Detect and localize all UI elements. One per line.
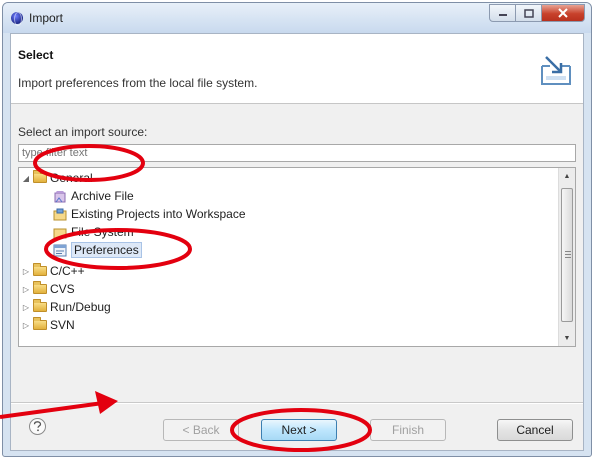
existing-projects-icon (53, 208, 67, 220)
tree-item-run-debug[interactable]: ▷ Run/Debug (21, 298, 111, 316)
maximize-button[interactable] (515, 4, 542, 22)
scroll-up-arrow-icon[interactable]: ▲ (559, 168, 575, 184)
scroll-thumb[interactable] (561, 188, 573, 322)
folder-icon (33, 317, 47, 330)
dialog-body: Select Import preferences from the local… (10, 33, 584, 451)
expand-arrow-icon[interactable]: ◢ (21, 174, 31, 183)
page-title: Select (18, 48, 54, 62)
import-dialog: Import Select Import preferences from th… (2, 2, 592, 457)
archive-file-icon (54, 190, 66, 202)
folder-icon (33, 299, 47, 312)
page-description: Import preferences from the local file s… (18, 76, 258, 90)
tree-item-label: Existing Projects into Workspace (71, 207, 246, 221)
tree-item-svn[interactable]: ▷ SVN (21, 316, 75, 334)
expand-arrow-icon[interactable]: ▷ (21, 267, 31, 276)
tree-item-label: Run/Debug (50, 300, 111, 314)
close-icon (558, 8, 568, 18)
title-bar: Import (3, 3, 591, 33)
import-source-tree[interactable]: ◢ General Archive File Existing Projects… (18, 167, 576, 347)
scroll-down-arrow-icon[interactable]: ▼ (559, 330, 575, 346)
folder-icon (33, 170, 47, 183)
eclipse-icon (11, 12, 23, 26)
cancel-button[interactable]: Cancel (497, 419, 573, 441)
tree-item-preferences[interactable]: Preferences (53, 241, 142, 259)
tree-item-label: General (50, 171, 93, 185)
tree-item-label: C/C++ (50, 264, 85, 278)
minimize-icon (498, 14, 507, 16)
tree-item-cvs[interactable]: ▷ CVS (21, 280, 75, 298)
tree-scrollbar[interactable]: ▲ ▼ (558, 168, 575, 346)
minimize-button[interactable] (489, 4, 516, 22)
next-button[interactable]: Next > (261, 419, 337, 441)
tree-item-existing-projects[interactable]: Existing Projects into Workspace (53, 205, 246, 223)
expand-arrow-icon[interactable]: ▷ (21, 303, 31, 312)
tree-item-label: CVS (50, 282, 75, 296)
file-system-icon (53, 228, 67, 238)
help-icon (33, 421, 42, 432)
help-button[interactable] (29, 418, 46, 435)
maximize-icon (523, 8, 534, 18)
expand-arrow-icon[interactable]: ▷ (21, 285, 31, 294)
tree-item-label: Preferences (71, 242, 142, 258)
button-bar-separator (11, 402, 583, 404)
preferences-icon (53, 244, 67, 256)
tree-item-cpp[interactable]: ▷ C/C++ (21, 262, 85, 280)
close-button[interactable] (541, 4, 585, 22)
finish-button[interactable]: Finish (370, 419, 446, 441)
folder-icon (33, 281, 47, 294)
back-button[interactable]: < Back (163, 419, 239, 441)
window-title: Import (29, 11, 64, 25)
tree-item-archive-file[interactable]: Archive File (53, 187, 134, 205)
tree-item-label: File System (71, 225, 134, 239)
filter-input[interactable] (18, 144, 576, 162)
expand-arrow-icon[interactable]: ▷ (21, 321, 31, 330)
import-wizard-icon (541, 56, 571, 85)
folder-icon (33, 263, 47, 276)
wizard-header: Select Import preferences from the local… (11, 34, 583, 104)
window-controls (489, 4, 585, 22)
tree-item-label: SVN (50, 318, 75, 332)
tree-item-label: Archive File (71, 189, 134, 203)
import-source-label: Select an import source: (18, 125, 148, 139)
tree-item-file-system[interactable]: File System (53, 223, 134, 241)
tree-item-general[interactable]: ◢ General (21, 169, 93, 187)
